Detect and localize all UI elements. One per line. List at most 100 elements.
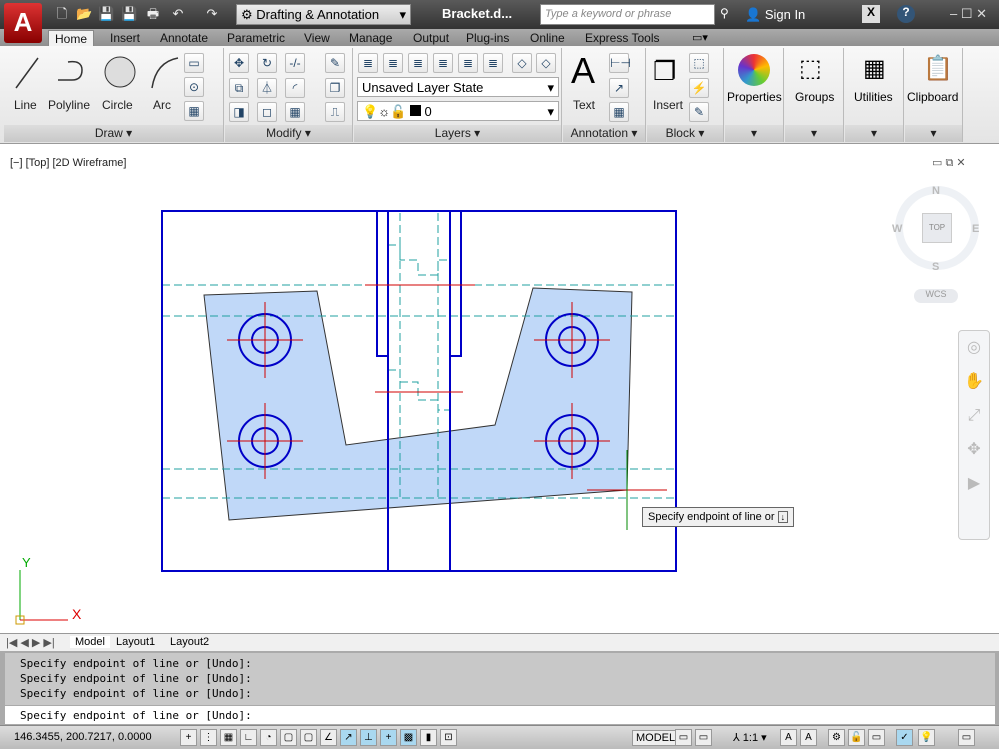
ribbon-minimize-icon[interactable]: ▭▾ bbox=[692, 31, 708, 44]
drawing-viewport[interactable]: [−] [Top] [2D Wireframe] ▭ ⧉ ✕ Y X Speci… bbox=[0, 147, 999, 633]
layer-icon[interactable]: ≣ bbox=[383, 53, 403, 73]
utilities-expand[interactable]: ▾ bbox=[845, 125, 903, 142]
grid-toggle[interactable]: ▦ bbox=[220, 729, 237, 746]
save-icon[interactable]: 💾 bbox=[98, 6, 114, 22]
array-icon[interactable]: ▦ bbox=[285, 102, 305, 122]
fillet-icon[interactable]: ◜ bbox=[285, 78, 305, 98]
redo-icon[interactable]: ↷ bbox=[204, 6, 220, 22]
coordinates-readout[interactable]: 146.3455, 200.7217, 0.0000 bbox=[14, 731, 152, 743]
insert-block-icon[interactable]: ❐ bbox=[653, 56, 676, 87]
arc-button[interactable]: Arc bbox=[153, 98, 171, 112]
binoculars-icon[interactable]: ⚲ bbox=[720, 6, 729, 20]
draw-panel-title[interactable]: Draw ▾ bbox=[4, 125, 223, 142]
viewcube-top-face[interactable]: TOP bbox=[922, 213, 952, 243]
tab-scroll-arrows[interactable]: |◀ ◀ ▶ ▶| bbox=[6, 636, 55, 649]
otrack-toggle[interactable]: ∠ bbox=[320, 729, 337, 746]
annotation-panel-title[interactable]: Annotation ▾ bbox=[563, 125, 645, 142]
rotate-icon[interactable]: ↻ bbox=[257, 53, 277, 73]
text-button[interactable]: Text bbox=[573, 98, 595, 112]
window-controls[interactable]: – ☐ ✕ bbox=[950, 6, 987, 22]
block-panel-title[interactable]: Block ▾ bbox=[647, 125, 723, 142]
table-icon[interactable]: ▦ bbox=[609, 102, 629, 122]
ellipse-icon[interactable]: ⊙ bbox=[184, 77, 204, 97]
layer-state-dropdown[interactable]: Unsaved Layer State ▾ bbox=[357, 77, 559, 97]
trim-icon[interactable]: -/- bbox=[285, 53, 305, 73]
tab-parametric[interactable]: Parametric bbox=[221, 30, 291, 47]
edit-block-icon[interactable]: ⚡ bbox=[689, 78, 709, 98]
tab-insert[interactable]: Insert bbox=[104, 30, 146, 47]
osnap-toggle[interactable]: ▢ bbox=[280, 729, 297, 746]
utilities-panel[interactable]: ▦ Utilities ▾ bbox=[845, 48, 904, 142]
dyn-toggle[interactable]: ⊥ bbox=[360, 729, 377, 746]
dimension-icon[interactable]: ⊢⊣ bbox=[609, 53, 631, 73]
navigation-bar[interactable]: ◎ ✋ ⤢ ✥ ▶ bbox=[958, 330, 990, 540]
layer-properties-icon[interactable]: ≣ bbox=[358, 53, 378, 73]
tab-plugins[interactable]: Plug-ins bbox=[460, 30, 515, 47]
compass-west[interactable]: W bbox=[892, 223, 902, 235]
polyline-button[interactable]: Polyline bbox=[48, 98, 90, 112]
wcs-menu[interactable]: WCS bbox=[914, 289, 958, 303]
leader-icon[interactable]: ↗ bbox=[609, 78, 629, 98]
quick-properties-toggle[interactable]: ▮ bbox=[420, 729, 437, 746]
tab-layout2[interactable]: Layout2 bbox=[170, 636, 209, 648]
toolbar-lock-icon[interactable]: 🔓 bbox=[848, 729, 865, 746]
viewcube[interactable]: N S E W TOP WCS bbox=[890, 181, 984, 303]
tab-manage[interactable]: Manage bbox=[343, 30, 398, 47]
auto-scale[interactable]: A bbox=[800, 729, 817, 746]
snap-toggle[interactable]: ⋮ bbox=[200, 729, 217, 746]
tab-home[interactable]: Home bbox=[48, 30, 95, 47]
layer-icon[interactable]: ◇ bbox=[536, 53, 556, 73]
layer-icon[interactable]: ◇ bbox=[512, 53, 532, 73]
rectangle-icon[interactable]: ▭ bbox=[184, 53, 204, 73]
zoom-icon[interactable]: ⤢ bbox=[959, 399, 989, 433]
layout-quick-view[interactable]: ▭ bbox=[675, 729, 692, 746]
text-icon[interactable]: A bbox=[571, 50, 595, 92]
move-icon[interactable]: ✥ bbox=[229, 53, 249, 73]
orbit-icon[interactable]: ✥ bbox=[959, 433, 989, 467]
command-input[interactable]: Specify endpoint of line or [Undo]: bbox=[5, 706, 995, 724]
model-space-button[interactable]: MODEL bbox=[632, 730, 680, 746]
save-as-icon[interactable]: 💾 bbox=[121, 6, 137, 22]
tab-view[interactable]: View bbox=[298, 30, 336, 47]
polar-toggle[interactable]: ◔ bbox=[260, 729, 277, 746]
insert-button[interactable]: Insert bbox=[653, 98, 683, 112]
layer-icon[interactable]: ≣ bbox=[433, 53, 453, 73]
layer-icon[interactable]: ≣ bbox=[408, 53, 428, 73]
showmotion-icon[interactable]: ▶ bbox=[959, 467, 989, 501]
annotation-scale[interactable]: ⅄ 1:1 ▾ bbox=[733, 731, 767, 744]
hatch-icon[interactable]: ▦ bbox=[184, 101, 204, 121]
drawing-quick-view[interactable]: ▭ bbox=[695, 729, 712, 746]
erase-icon[interactable]: ✎ bbox=[325, 53, 345, 73]
pan-icon[interactable]: ✋ bbox=[959, 365, 989, 399]
open-icon[interactable]: 📂 bbox=[76, 6, 92, 22]
mirror-icon[interactable]: ⏃ bbox=[257, 78, 277, 98]
options-arrow-icon[interactable]: ↓ bbox=[777, 511, 789, 523]
create-block-icon[interactable]: ⬚ bbox=[689, 53, 709, 73]
new-icon[interactable]: 🗋 bbox=[54, 6, 70, 22]
exchange-icon[interactable]: X bbox=[862, 5, 880, 23]
ortho-toggle[interactable]: ∟ bbox=[240, 729, 257, 746]
annotation-visibility[interactable]: A bbox=[780, 729, 797, 746]
ducs-toggle[interactable]: ↗ bbox=[340, 729, 357, 746]
clipboard-panel[interactable]: 📋 Clipboard ▾ bbox=[905, 48, 963, 142]
tab-output[interactable]: Output bbox=[407, 30, 455, 47]
copy-icon[interactable]: ⧉ bbox=[229, 78, 249, 98]
tab-model[interactable]: Model bbox=[70, 636, 110, 648]
infer-constraints-toggle[interactable]: + bbox=[180, 729, 197, 746]
undo-icon[interactable]: ↶ bbox=[170, 6, 186, 22]
tab-layout1[interactable]: Layout1 bbox=[116, 636, 155, 648]
compass-north[interactable]: N bbox=[932, 185, 940, 197]
tab-express-tools[interactable]: Express Tools bbox=[579, 30, 665, 47]
tab-annotate[interactable]: Annotate bbox=[154, 30, 214, 47]
transparency-toggle[interactable]: ▩ bbox=[400, 729, 417, 746]
lightbulb-icon[interactable]: 💡 bbox=[918, 729, 935, 746]
clipboard-expand[interactable]: ▾ bbox=[905, 125, 962, 142]
explode-icon[interactable]: ❐ bbox=[325, 78, 345, 98]
workspace-dropdown[interactable]: ⚙ Drafting & Annotation ▾ bbox=[236, 4, 411, 25]
layers-panel-title[interactable]: Layers ▾ bbox=[354, 125, 561, 142]
circle-button[interactable]: Circle bbox=[102, 98, 133, 112]
hardware-acceleration-icon[interactable]: ▭ bbox=[868, 729, 885, 746]
groups-expand[interactable]: ▾ bbox=[785, 125, 843, 142]
search-input[interactable]: Type a keyword or phrase bbox=[540, 4, 715, 25]
selection-cycling-toggle[interactable]: ⊡ bbox=[440, 729, 457, 746]
